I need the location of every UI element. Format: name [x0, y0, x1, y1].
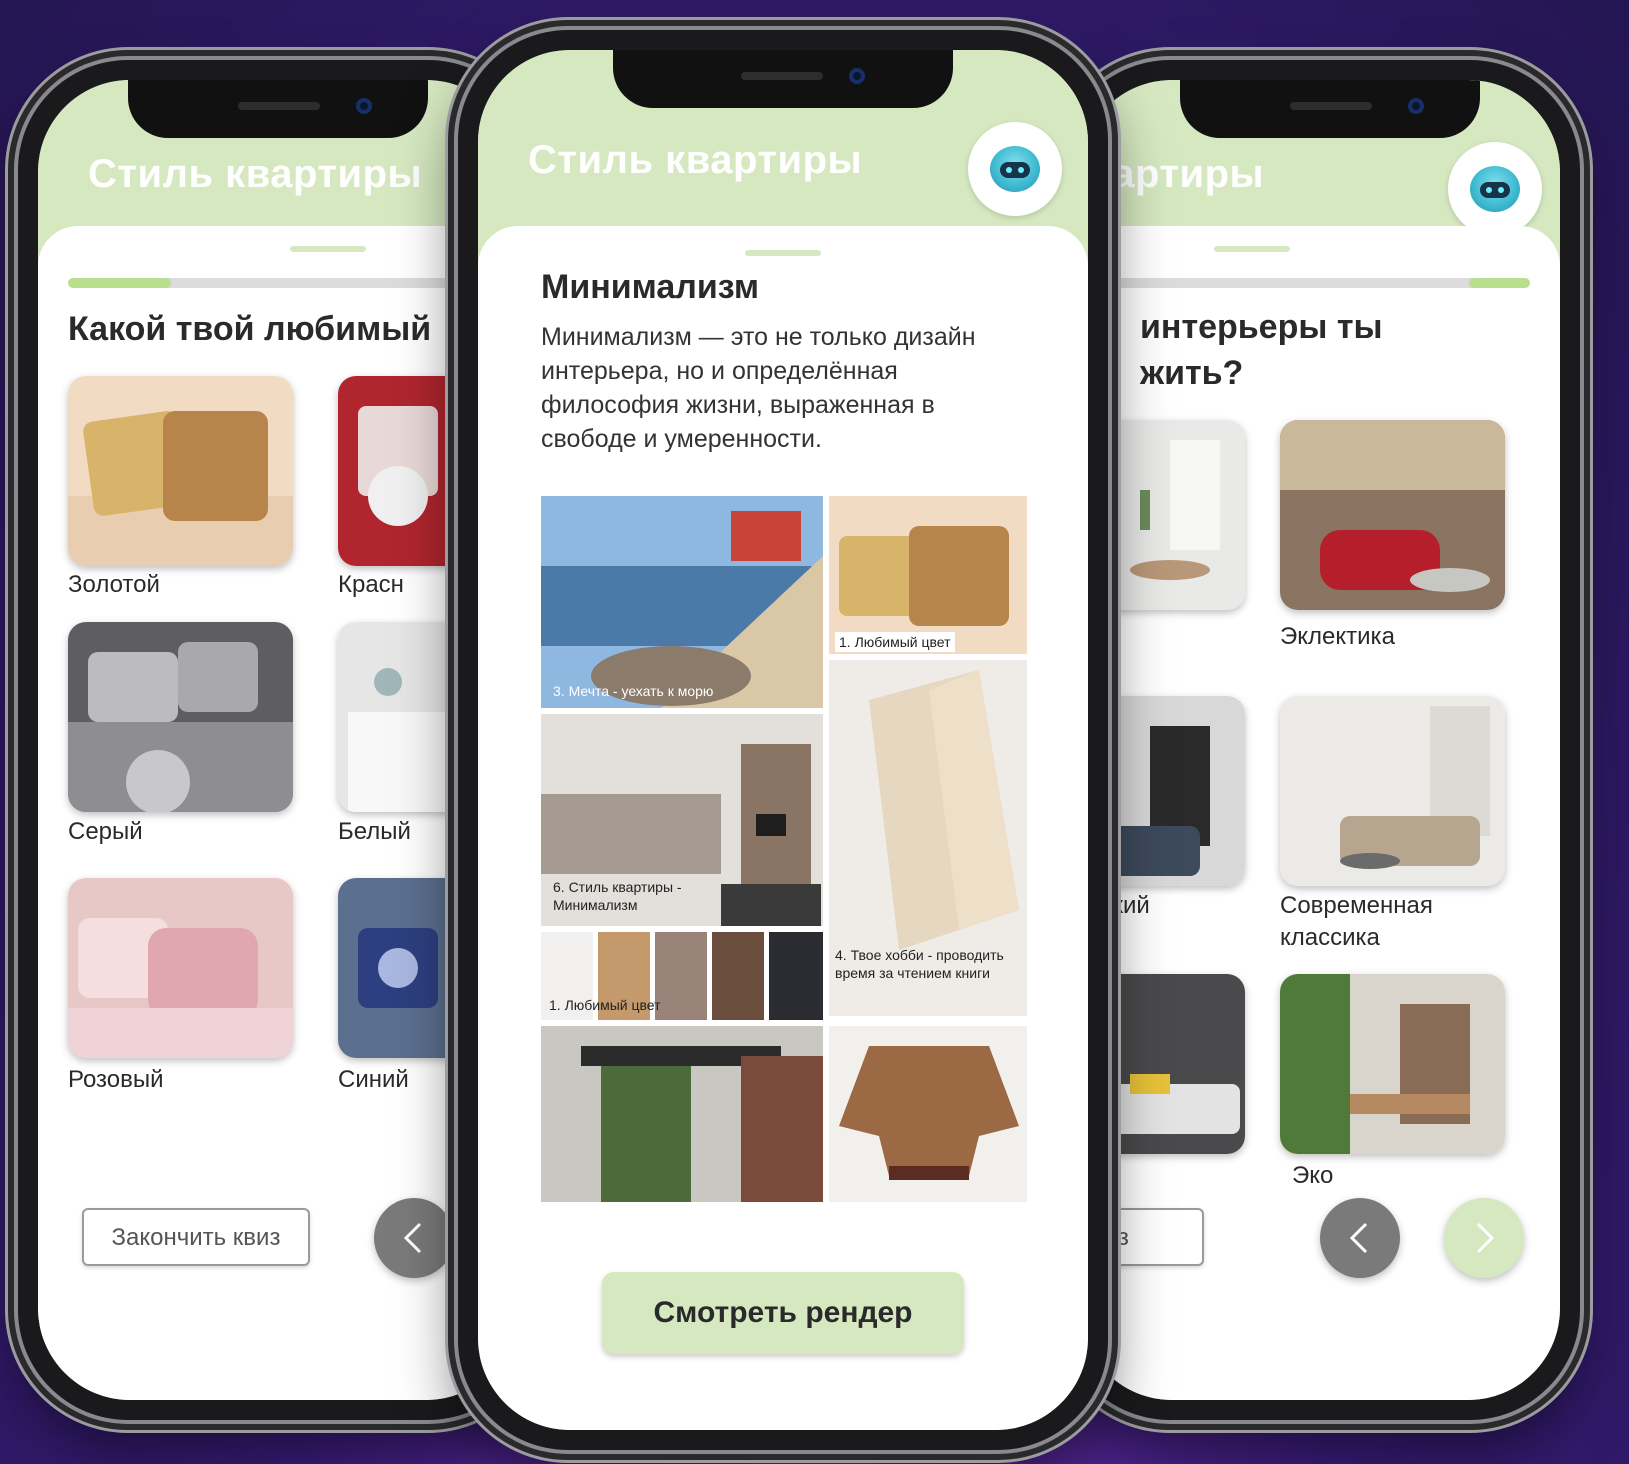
right-phone: Стиль квартиры интерьеры ты жить? зм	[1060, 60, 1580, 1420]
option-gold-image[interactable]	[68, 376, 293, 566]
back-button[interactable]	[374, 1198, 454, 1278]
quiz-question: Какой твой любимый	[68, 310, 432, 348]
pillows-caption: 1. Любимый цвет	[835, 632, 955, 652]
garden-tile	[541, 1026, 823, 1202]
sheet-handle	[745, 250, 821, 256]
pillows-tile: 1. Любимый цвет	[829, 496, 1027, 654]
robot-avatar-icon[interactable]	[968, 122, 1062, 216]
interior-caption: 6. Стиль квартиры - Минимализм	[553, 879, 682, 913]
chevron-left-icon	[1349, 1222, 1368, 1254]
chevron-right-icon	[1476, 1222, 1495, 1254]
gray-pillows-image	[68, 622, 293, 812]
right-phone-screen: Стиль квартиры интерьеры ты жить? зм	[1080, 80, 1560, 1400]
back-button[interactable]	[1320, 1198, 1400, 1278]
option-label: Эклектика	[1280, 623, 1395, 650]
sheet-handle	[290, 246, 366, 252]
header-title: Стиль квартиры	[88, 152, 423, 196]
quiz-question-line1: интерьеры ты	[1140, 308, 1383, 346]
style-description: Минимализм — это не только дизайн интерь…	[541, 323, 976, 453]
option-label: Розовый	[68, 1066, 164, 1093]
quiz-progress-fill	[68, 278, 172, 288]
palette-caption: 1. Любимый цвет	[549, 997, 661, 1013]
option-label: Эко	[1292, 1162, 1334, 1189]
sweater-tile	[829, 1026, 1027, 1202]
pillows-image	[829, 496, 1027, 654]
next-button[interactable]	[1444, 1198, 1524, 1278]
interior-tile: 6. Стиль квартиры - Минимализм	[541, 714, 823, 926]
option-label: Красн	[338, 571, 404, 598]
modern-classic-interior-image	[1280, 696, 1505, 886]
middle-phone: Стиль квартиры Минимализм Минимализм — э…	[458, 30, 1108, 1450]
left-phone-screen: Стиль квартиры Какой твой любимый Золото…	[38, 80, 518, 1400]
option-label: Белый	[338, 818, 411, 845]
quiz-progress-bar	[1080, 278, 1530, 288]
phone-notch	[1180, 80, 1480, 138]
style-title: Минимализм	[541, 268, 759, 306]
palette-tile: 1. Любимый цвет	[541, 932, 823, 1020]
option-gray-image[interactable]	[68, 622, 293, 812]
gold-pillows-image	[68, 376, 293, 566]
sea-tile: 3. Мечта - уехать к морю	[541, 496, 823, 708]
robot-avatar-icon[interactable]	[1448, 142, 1542, 236]
quiz-progress-bar	[68, 278, 518, 288]
header-title: Стиль квартиры	[528, 138, 863, 182]
option-pink-image[interactable]	[68, 878, 293, 1058]
view-render-button[interactable]: Смотреть рендер	[602, 1272, 964, 1354]
garden-building-image	[541, 1026, 823, 1202]
option-label: Серый	[68, 818, 143, 845]
quiz-progress-fill	[1468, 278, 1530, 288]
sea-image	[541, 496, 823, 708]
option-eclectic-image[interactable]	[1280, 420, 1505, 610]
phone-notch	[128, 80, 428, 138]
sweater-image	[829, 1026, 1027, 1202]
right-content-sheet: интерьеры ты жить? зм Эклектика	[1080, 226, 1560, 1400]
eclectic-interior-image	[1280, 420, 1505, 610]
option-eco-image[interactable]	[1280, 974, 1505, 1154]
chevron-left-icon	[403, 1222, 422, 1254]
book-tile: 4. Твое хобби - проводить время за чтени…	[829, 660, 1027, 1016]
sea-caption: 3. Мечта - уехать к морю	[553, 683, 714, 699]
moodboard-collage: 3. Мечта - уехать к морю 1. Любимый цвет…	[541, 496, 1027, 1202]
middle-phone-screen: Стиль квартиры Минимализм Минимализм — э…	[478, 50, 1088, 1430]
book-caption: 4. Твое хобби - проводить время за чтени…	[835, 947, 1004, 981]
eco-interior-image	[1280, 974, 1505, 1154]
pink-pillows-image	[68, 878, 293, 1058]
finish-quiz-button[interactable]: Закончить квиз	[82, 1208, 310, 1266]
option-label: Современная классика	[1280, 892, 1433, 951]
sheet-handle	[1214, 246, 1290, 252]
option-label: Синий	[338, 1066, 409, 1093]
option-label: Золотой	[68, 571, 160, 598]
quiz-question-line2: жить?	[1140, 354, 1244, 392]
option-modern-classic-image[interactable]	[1280, 696, 1505, 886]
left-content-sheet: Какой твой любимый Золотой Красн Серый Б…	[38, 226, 518, 1400]
phone-notch	[613, 50, 953, 108]
